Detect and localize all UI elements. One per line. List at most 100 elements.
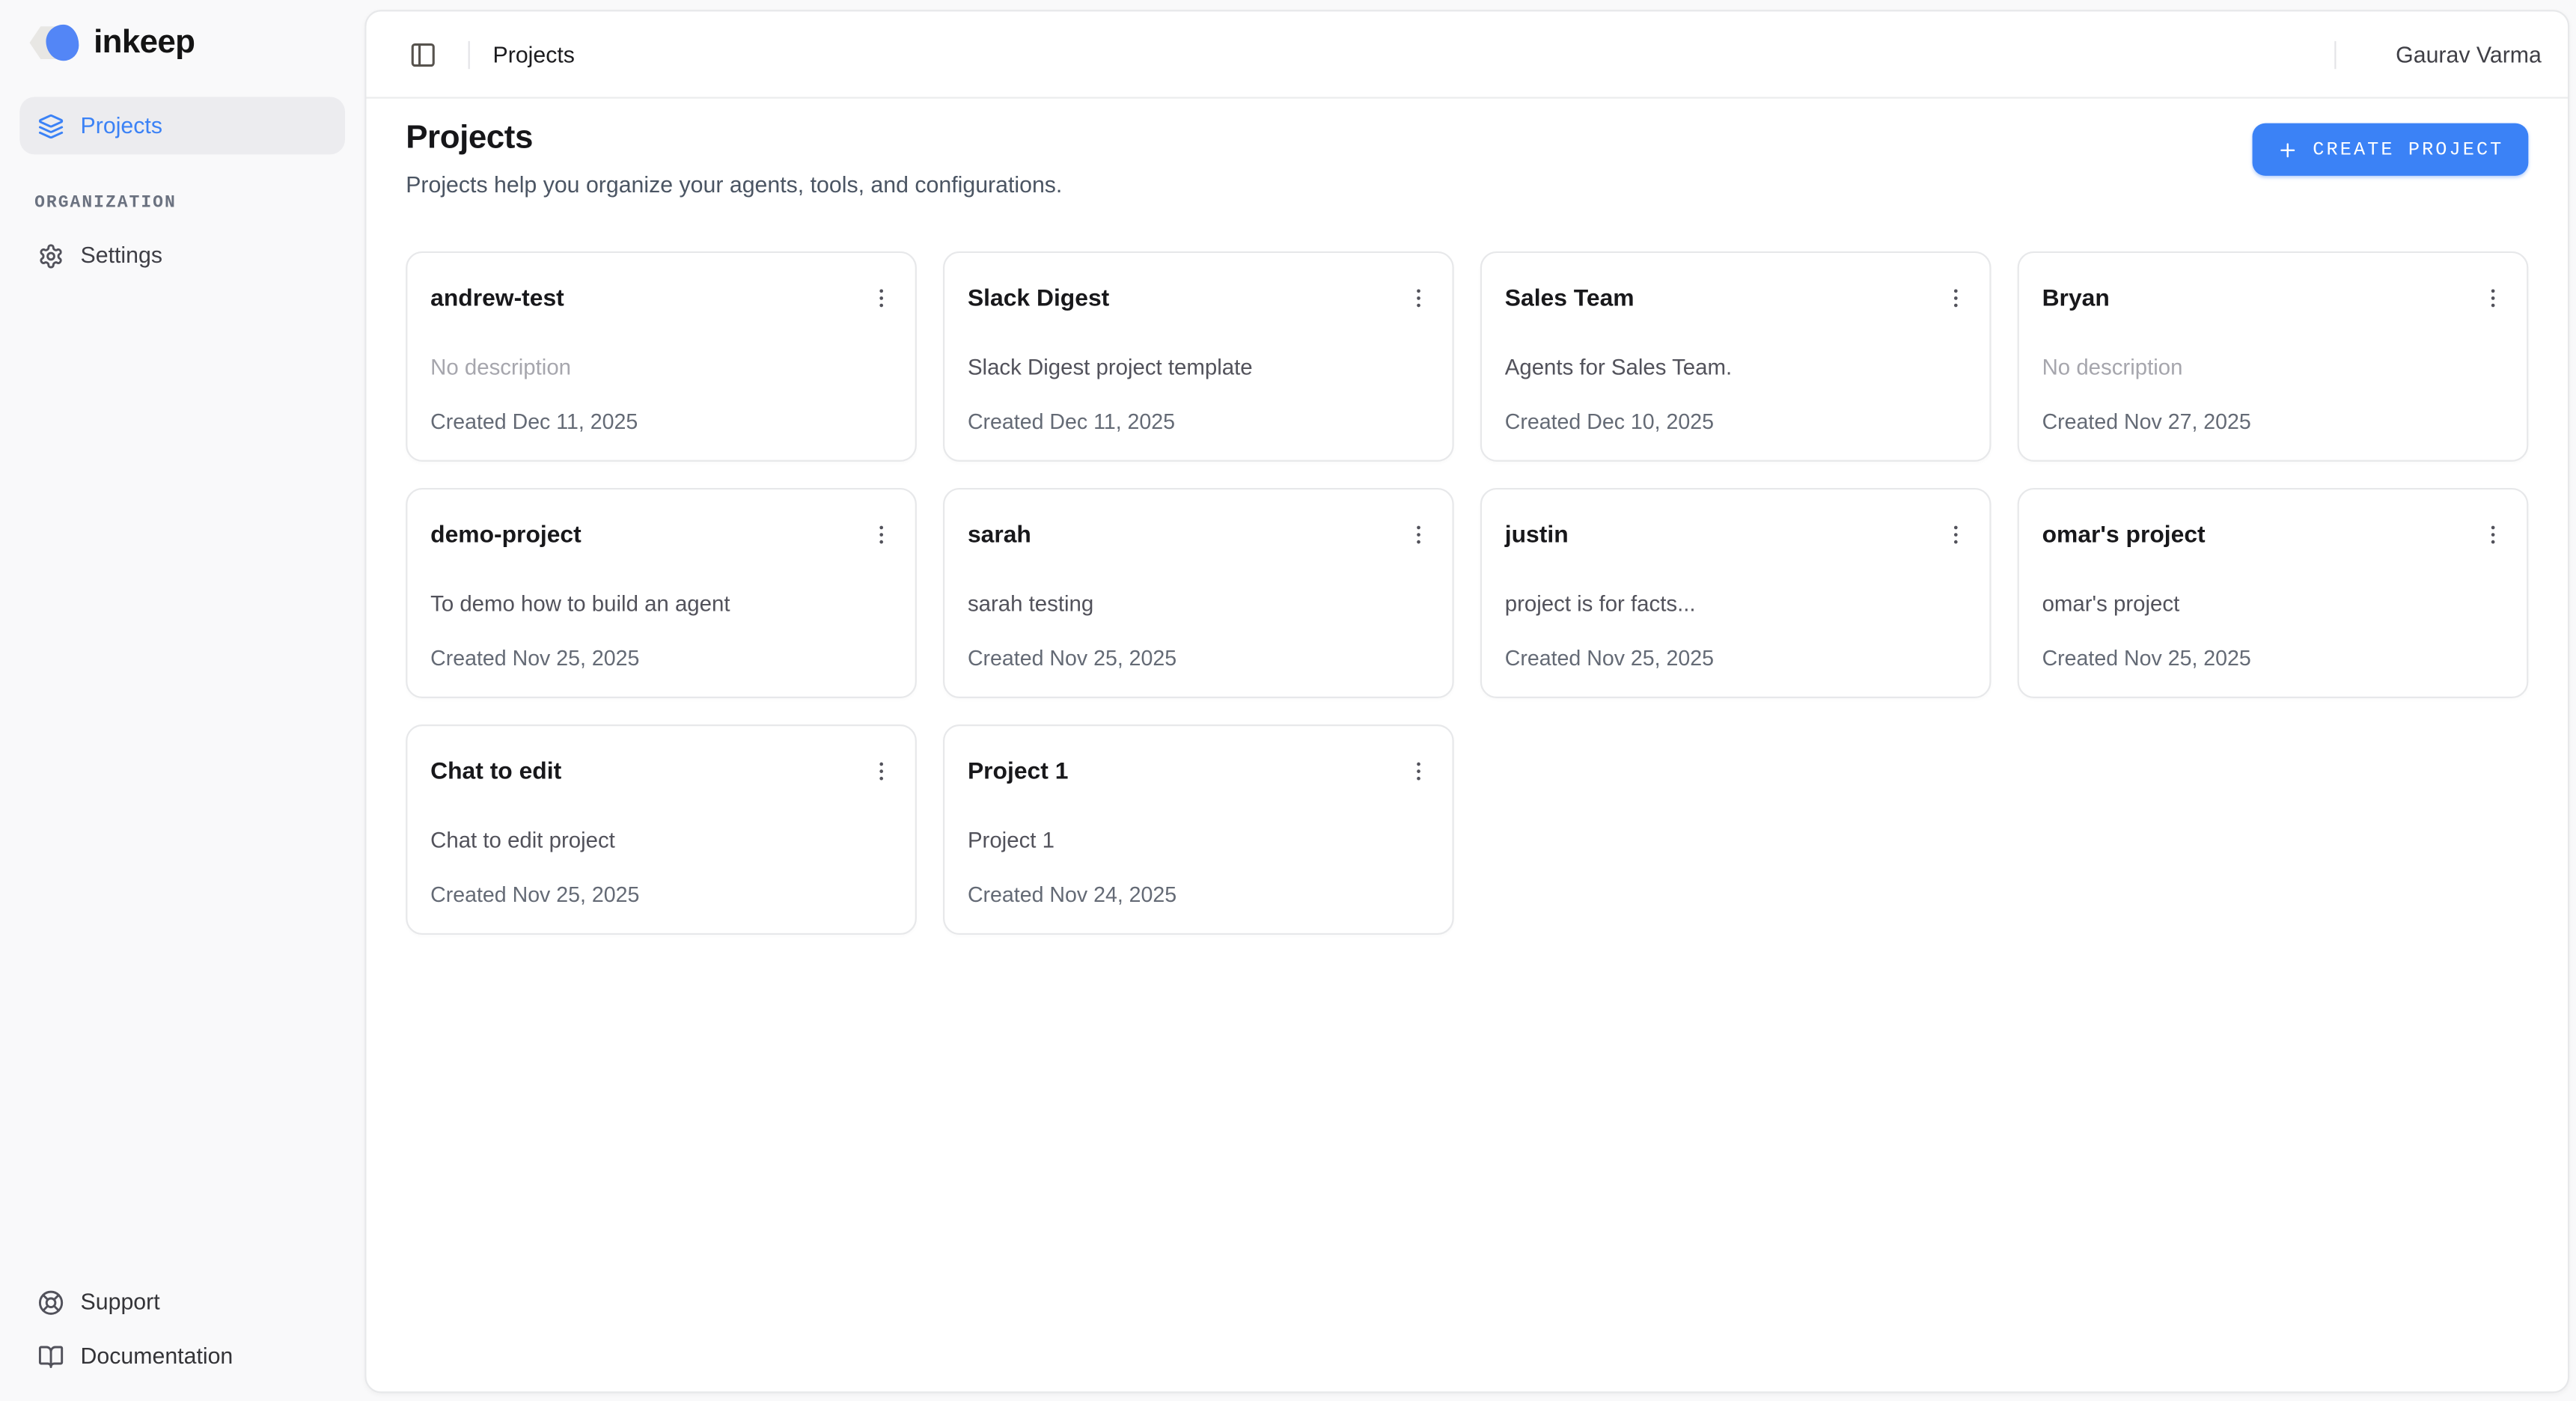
project-menu-button[interactable] [1935, 514, 1975, 554]
project-description: To demo how to build an agent [430, 591, 892, 616]
plus-icon [2277, 138, 2298, 160]
user-menu-button[interactable]: Gaurav Varma [2396, 42, 2542, 67]
kebab-menu-icon [868, 758, 893, 783]
sidebar-item-support[interactable]: Support [19, 1277, 345, 1328]
app-root: inkeep Projects ORGANIZATION Settings [0, 0, 2576, 1401]
project-menu-button[interactable] [861, 514, 900, 554]
create-project-button[interactable]: CREATE PROJECT [2252, 123, 2528, 176]
sidebar-item-settings[interactable]: Settings [19, 227, 345, 284]
sidebar-item-documentation[interactable]: Documentation [19, 1331, 345, 1382]
project-menu-button[interactable] [2473, 514, 2512, 554]
project-description: omar's project [2042, 591, 2504, 616]
project-card[interactable]: andrew-test No description Created Dec 1… [406, 251, 917, 462]
topbar: Projects Gaurav Varma [367, 11, 2569, 98]
project-name: omar's project [2042, 517, 2206, 549]
card-header: andrew-test [430, 281, 892, 317]
book-open-icon [37, 1343, 64, 1370]
project-created-date: Created Dec 11, 2025 [430, 409, 892, 434]
kebab-menu-icon [2480, 285, 2505, 310]
project-created-date: Created Dec 11, 2025 [968, 409, 1429, 434]
panel-left-icon [408, 40, 436, 68]
project-name: justin [1505, 517, 1569, 549]
page-header: Projects Projects help you organize your… [406, 120, 2528, 197]
project-card[interactable]: demo-project To demo how to build an age… [406, 488, 917, 698]
project-menu-button[interactable] [1398, 751, 1438, 790]
sidebar-nav: Projects ORGANIZATION Settings [19, 97, 345, 284]
page-header-text: Projects Projects help you organize your… [406, 120, 1062, 197]
project-card[interactable]: Slack Digest Slack Digest project templa… [943, 251, 1454, 462]
projects-grid: andrew-test No description Created Dec 1… [406, 251, 2528, 935]
sidebar-toggle-button[interactable] [399, 31, 445, 77]
project-menu-button[interactable] [1398, 278, 1438, 317]
inkeep-logo[interactable]: inkeep [19, 22, 345, 64]
project-description: sarah testing [968, 591, 1429, 616]
kebab-menu-icon [1405, 758, 1430, 783]
topbar-divider [2335, 40, 2337, 68]
project-card[interactable]: Sales Team Agents for Sales Team. Create… [1480, 251, 1991, 462]
project-name: andrew-test [430, 281, 564, 312]
sidebar-item-label: Documentation [81, 1344, 234, 1369]
breadcrumb: Projects [493, 42, 575, 67]
card-header: Bryan [2042, 281, 2504, 317]
project-description: Slack Digest project template [968, 355, 1429, 379]
kebab-menu-icon [1943, 522, 1968, 546]
project-created-date: Created Nov 25, 2025 [430, 646, 892, 671]
project-menu-button[interactable] [861, 751, 900, 790]
project-name: Sales Team [1505, 281, 1635, 312]
project-menu-button[interactable] [861, 278, 900, 317]
project-name: Bryan [2042, 281, 2110, 312]
sidebar-item-label: Settings [81, 243, 162, 268]
project-name: Project 1 [968, 754, 1068, 786]
project-created-date: Created Dec 10, 2025 [1505, 409, 1967, 434]
project-created-date: Created Nov 25, 2025 [430, 882, 892, 907]
project-card[interactable]: Chat to edit Chat to edit project Create… [406, 724, 917, 935]
layers-icon [37, 112, 64, 138]
main-panel: Projects Gaurav Varma Projects Projects … [364, 10, 2569, 1393]
sidebar-item-label: Support [81, 1289, 160, 1314]
card-header: omar's project [2042, 517, 2504, 553]
project-name: sarah [968, 517, 1031, 549]
project-created-date: Created Nov 24, 2025 [968, 882, 1429, 907]
project-created-date: Created Nov 25, 2025 [1505, 646, 1967, 671]
card-header: Slack Digest [968, 281, 1429, 317]
project-description: No description [430, 355, 892, 379]
create-project-label: CREATE PROJECT [2313, 138, 2503, 160]
project-menu-button[interactable] [1398, 514, 1438, 554]
kebab-menu-icon [2480, 522, 2505, 546]
project-card[interactable]: Project 1 Project 1 Created Nov 24, 2025 [943, 724, 1454, 935]
life-buoy-icon [37, 1289, 64, 1315]
project-description: Chat to edit project [430, 828, 892, 852]
project-name: Slack Digest [968, 281, 1109, 312]
kebab-menu-icon [1405, 522, 1430, 546]
sidebar: inkeep Projects ORGANIZATION Settings [0, 0, 364, 1401]
project-description: No description [2042, 355, 2504, 379]
card-header: demo-project [430, 517, 892, 553]
card-header: sarah [968, 517, 1429, 553]
page-title: Projects [406, 120, 1062, 157]
project-created-date: Created Nov 25, 2025 [968, 646, 1429, 671]
project-description: Project 1 [968, 828, 1429, 852]
topbar-divider [468, 40, 470, 68]
card-header: Chat to edit [430, 754, 892, 790]
project-name: demo-project [430, 517, 582, 549]
project-card[interactable]: sarah sarah testing Created Nov 25, 2025 [943, 488, 1454, 698]
brand-name: inkeep [94, 24, 195, 61]
card-header: Sales Team [1505, 281, 1967, 317]
project-menu-button[interactable] [2473, 278, 2512, 317]
sidebar-item-projects[interactable]: Projects [19, 97, 345, 155]
project-menu-button[interactable] [1935, 278, 1975, 317]
project-created-date: Created Nov 25, 2025 [2042, 646, 2504, 671]
project-description: project is for facts... [1505, 591, 1967, 616]
project-card[interactable]: justin project is for facts... Created N… [1480, 488, 1991, 698]
project-card[interactable]: Bryan No description Created Nov 27, 202… [2018, 251, 2529, 462]
projects-page: Projects Projects help you organize your… [367, 99, 2569, 1392]
kebab-menu-icon [1405, 285, 1430, 310]
card-header: Project 1 [968, 754, 1429, 790]
project-description: Agents for Sales Team. [1505, 355, 1967, 379]
logo-blob-shape [46, 25, 79, 61]
kebab-menu-icon [868, 522, 893, 546]
project-card[interactable]: omar's project omar's project Created No… [2018, 488, 2529, 698]
gear-icon [37, 242, 64, 269]
sidebar-section-organization: ORGANIZATION [19, 194, 345, 213]
sidebar-footer: Support Documentation [19, 1277, 345, 1382]
